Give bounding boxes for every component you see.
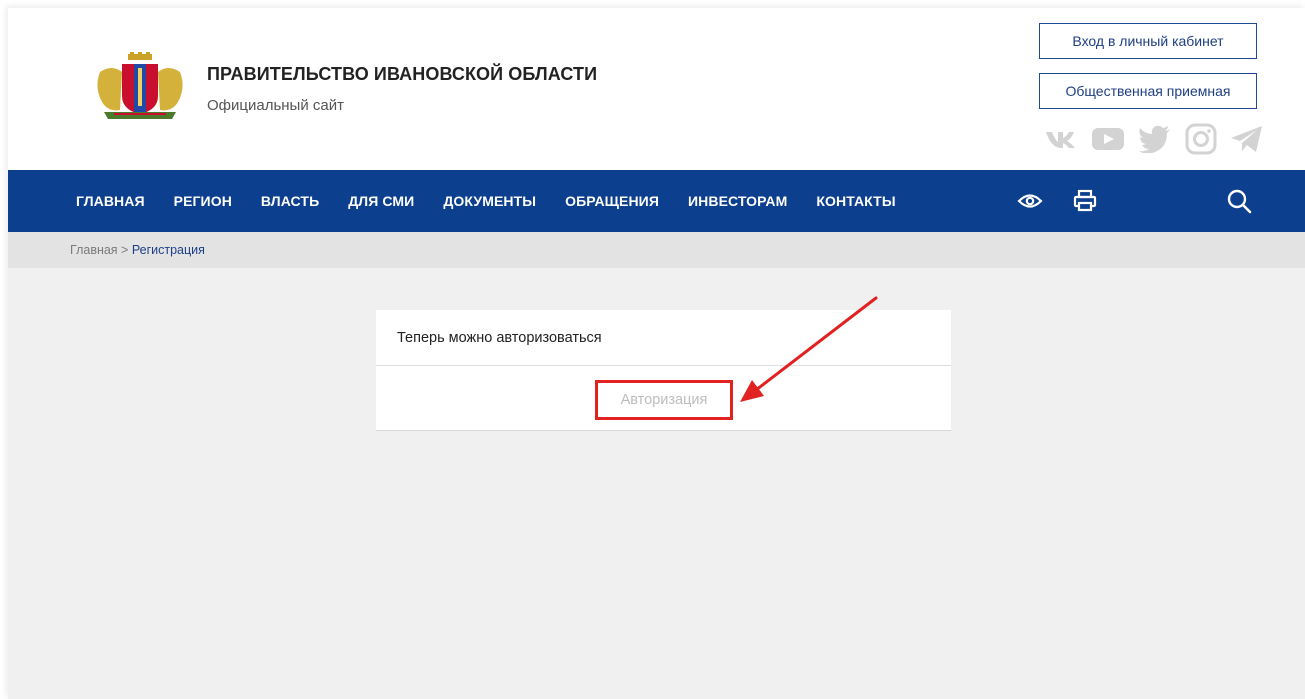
site-subtitle: Официальный сайт <box>207 97 344 114</box>
site-header: ПРАВИТЕЛЬСТВО ИВАНОВСКОЙ ОБЛАСТИ Официал… <box>8 8 1305 170</box>
search-icon[interactable] <box>1226 188 1252 214</box>
telegram-icon[interactable] <box>1230 124 1264 154</box>
breadcrumb-home-link[interactable]: Главная <box>70 243 118 257</box>
card-divider <box>376 365 951 366</box>
authorization-button[interactable]: Авторизация <box>595 380 733 420</box>
breadcrumb-separator: > <box>117 243 132 257</box>
breadcrumb-bar: Главная > Регистрация <box>8 232 1305 268</box>
nav-item-region[interactable]: РЕГИОН <box>174 193 232 209</box>
success-message: Теперь можно авторизоваться <box>397 330 602 346</box>
breadcrumb: Главная > Регистрация <box>70 243 205 257</box>
social-links <box>1044 122 1264 156</box>
page: ПРАВИТЕЛЬСТВО ИВАНОВСКОЙ ОБЛАСТИ Официал… <box>8 8 1305 699</box>
youtube-icon[interactable] <box>1091 126 1125 152</box>
nav-item-documents[interactable]: ДОКУМЕНТЫ <box>443 193 536 209</box>
nav-item-appeals[interactable]: ОБРАЩЕНИЯ <box>565 193 659 209</box>
coat-of-arms-logo[interactable] <box>90 52 190 122</box>
nav-item-home[interactable]: ГЛАВНАЯ <box>76 193 145 209</box>
eye-icon[interactable] <box>1017 188 1043 214</box>
nav-item-power[interactable]: ВЛАСТЬ <box>261 193 319 209</box>
site-title[interactable]: ПРАВИТЕЛЬСТВО ИВАНОВСКОЙ ОБЛАСТИ <box>207 64 597 85</box>
login-cabinet-button[interactable]: Вход в личный кабинет <box>1039 23 1257 59</box>
main-navigation: ГЛАВНАЯ РЕГИОН ВЛАСТЬ ДЛЯ СМИ ДОКУМЕНТЫ … <box>8 170 1305 232</box>
breadcrumb-current: Регистрация <box>131 243 205 257</box>
nav-item-media[interactable]: ДЛЯ СМИ <box>348 193 414 209</box>
twitter-icon[interactable] <box>1138 125 1172 153</box>
print-icon[interactable] <box>1072 188 1098 214</box>
public-reception-button[interactable]: Общественная приемная <box>1039 73 1257 109</box>
instagram-icon[interactable] <box>1185 123 1217 155</box>
registration-success-card: Теперь можно авторизоваться Авторизация <box>376 310 951 431</box>
nav-item-investors[interactable]: ИНВЕСТОРАМ <box>688 193 787 209</box>
vk-icon[interactable] <box>1044 129 1078 149</box>
nav-item-contacts[interactable]: КОНТАКТЫ <box>816 193 895 209</box>
